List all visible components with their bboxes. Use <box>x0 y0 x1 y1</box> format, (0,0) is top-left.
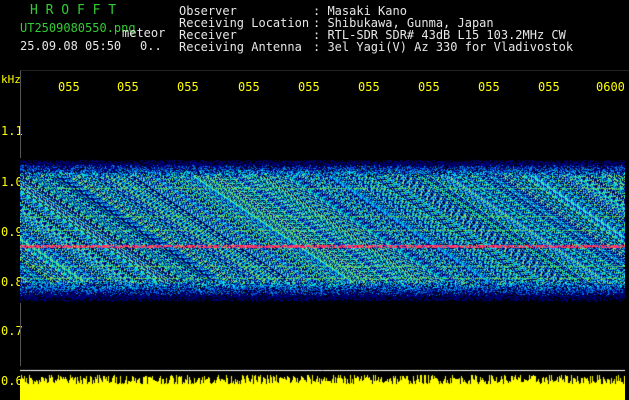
info-label-antenna: Receiving Antenna <box>179 40 302 54</box>
meteor-label: meteor <box>122 26 166 40</box>
info-value-antenna: : 3el Yagi(V) Az 330 for Vladivostok <box>313 40 574 54</box>
signal-level-band <box>20 366 625 400</box>
spectrogram <box>20 158 625 303</box>
freq-unit-label: kHz <box>1 73 21 86</box>
datetime: 25.09.08 05:50 <box>20 39 122 53</box>
hrofft-window: H R O F F T UT2509080550.png meteor 25.0… <box>0 0 629 400</box>
meteor-count: 0.. <box>140 39 162 53</box>
app-title: H R O F F T <box>30 3 117 18</box>
file-name: UT2509080550.png <box>20 21 136 35</box>
